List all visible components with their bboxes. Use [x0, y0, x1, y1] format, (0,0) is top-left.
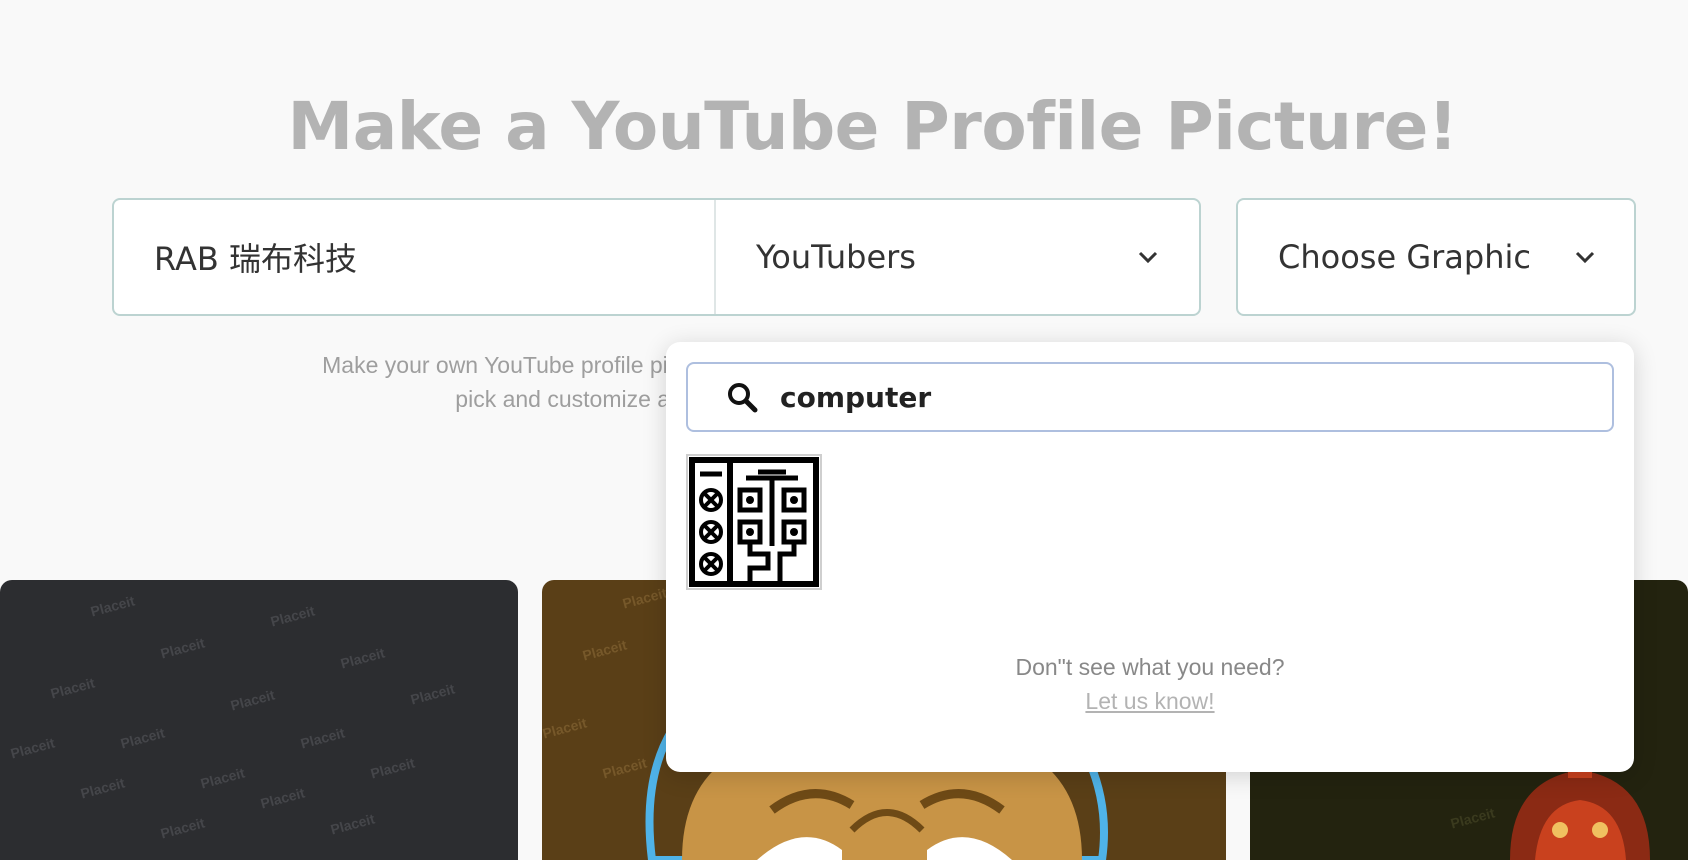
graphic-select-label: Choose Graphic — [1278, 238, 1531, 276]
chevron-down-icon — [1575, 251, 1595, 264]
watermark: Placeit — [158, 814, 207, 842]
watermark: Placeit — [268, 602, 317, 630]
watermark: Placeit — [198, 764, 247, 792]
watermark: Placeit — [298, 724, 347, 752]
watermark: Placeit — [258, 784, 307, 812]
watermark: Placeit — [328, 810, 377, 838]
page-title: Make a YouTube Profile Picture! — [287, 88, 1458, 165]
computer-circuit-icon — [689, 457, 819, 587]
category-select-label: YouTubers — [756, 238, 916, 276]
template-card-dark[interactable]: Placeit Placeit Placeit Placeit Placeit … — [0, 580, 518, 860]
search-result-item[interactable] — [686, 454, 822, 590]
watermark: Placeit — [88, 592, 137, 620]
search-icon — [728, 383, 758, 413]
watermark: Placeit — [118, 724, 167, 752]
watermark: Placeit — [228, 686, 277, 714]
channel-name-input[interactable] — [114, 200, 716, 314]
watermark: Placeit — [78, 774, 127, 802]
chevron-down-icon — [1138, 251, 1158, 264]
category-select[interactable]: YouTubers — [716, 200, 1199, 314]
watermark: Placeit — [48, 674, 97, 702]
graphic-search-box[interactable] — [686, 362, 1614, 432]
watermark: Placeit — [338, 644, 387, 672]
graphic-search-input[interactable] — [778, 379, 1482, 415]
watermark: Placeit — [8, 734, 57, 762]
watermark: Placeit — [368, 754, 417, 782]
request-graphic-link[interactable]: Let us know! — [666, 688, 1634, 715]
help-text: Don"t see what you need? — [1015, 654, 1285, 680]
watermark: Placeit — [408, 680, 457, 708]
watermark: Placeit — [158, 634, 207, 662]
graphic-dropdown: Don"t see what you need? Let us know! — [666, 342, 1634, 772]
graphic-select[interactable]: Choose Graphic — [1236, 198, 1636, 316]
profile-input-group: YouTubers — [112, 198, 1201, 316]
